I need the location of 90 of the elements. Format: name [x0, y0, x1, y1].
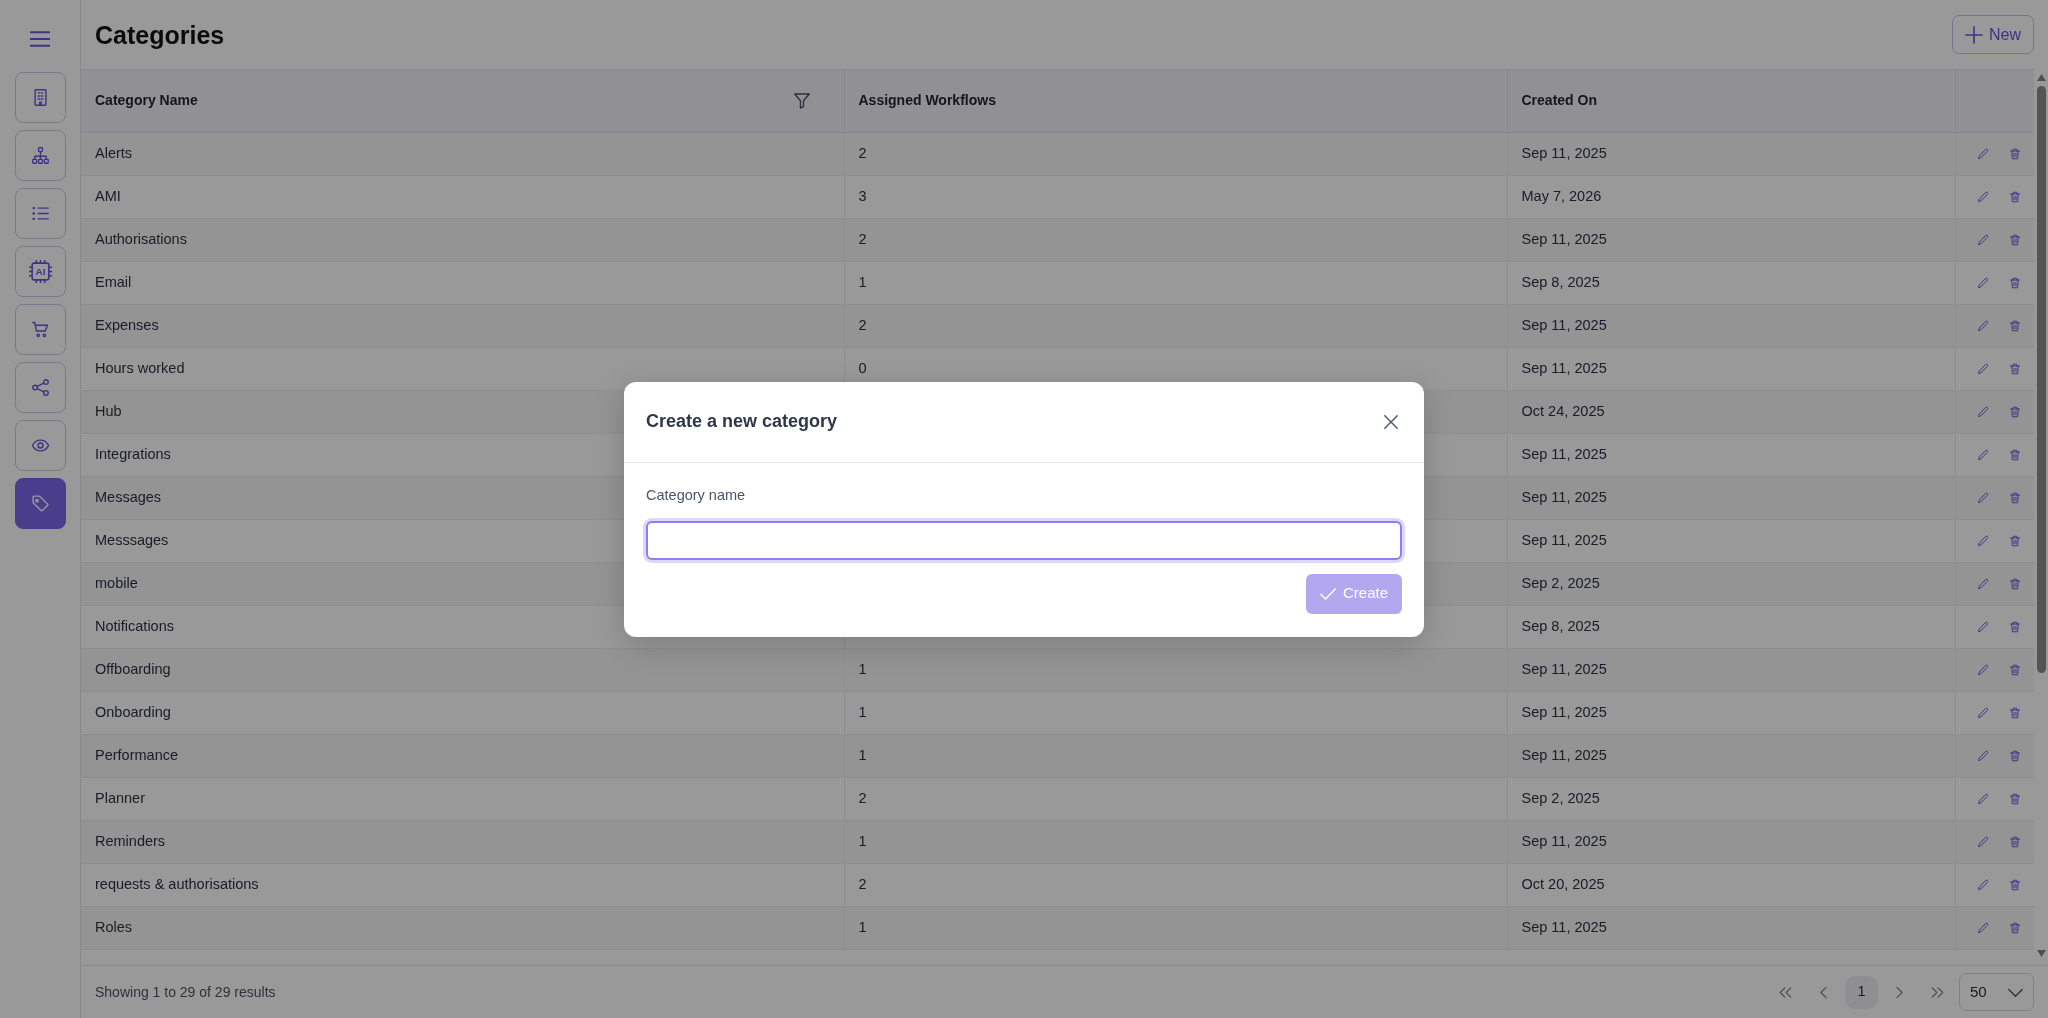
created-date: Oct 20, 2025 — [1521, 875, 1605, 892]
created-date: Sep 11, 2025 — [1521, 746, 1607, 763]
workflow-count: 1 — [858, 703, 867, 720]
category-name: mobile — [95, 574, 138, 591]
category-name: Messages — [95, 488, 162, 505]
list-icon — [31, 205, 49, 222]
scrollbar-thumb[interactable] — [2036, 86, 2046, 673]
cart-icon — [31, 321, 49, 338]
category-name: requests & authorisations — [95, 875, 259, 892]
last-page-icon[interactable] — [1931, 985, 1944, 999]
category-name-field[interactable] — [646, 520, 1402, 560]
page-title: Categories — [95, 19, 225, 50]
scroll-down-icon[interactable] — [2036, 950, 2046, 957]
page-button[interactable]: 1 — [1845, 975, 1878, 1009]
share-icon — [31, 379, 49, 396]
sidebar-button[interactable] — [14, 478, 66, 529]
created-date: Sep 11, 2025 — [1521, 488, 1607, 505]
category-name: Messsages — [95, 531, 169, 548]
field-label: Category name — [646, 485, 746, 505]
workflow-count: 2 — [858, 230, 867, 247]
created-date: Sep 8, 2025 — [1521, 273, 1600, 290]
category-name: Notifications — [95, 617, 174, 634]
new-button[interactable]: New — [1952, 15, 2034, 54]
previous-page-icon[interactable] — [1817, 985, 1830, 999]
column-header[interactable]: Assigned Workflows — [858, 90, 996, 112]
created-date: Sep 11, 2025 — [1521, 230, 1607, 247]
column-header[interactable]: Created On — [1521, 90, 1597, 112]
close-icon[interactable] — [1384, 414, 1398, 429]
category-name: Offboarding — [95, 660, 171, 677]
created-date: Sep 11, 2025 — [1521, 445, 1607, 462]
created-date: Sep 11, 2025 — [1521, 531, 1607, 548]
plus-icon — [1965, 25, 1983, 44]
workflow-count: 3 — [858, 187, 867, 204]
menu-icon[interactable] — [30, 29, 50, 49]
sidebar-button[interactable] — [14, 72, 66, 123]
category-name: Planner — [95, 789, 145, 806]
category-name: Onboarding — [95, 703, 171, 720]
workflow-count: 2 — [858, 875, 867, 892]
created-date: Sep 11, 2025 — [1521, 144, 1607, 161]
created-date: Sep 11, 2025 — [1521, 703, 1607, 720]
category-name: Reminders — [95, 832, 166, 849]
building-icon — [31, 89, 49, 106]
created-date: Sep 11, 2025 — [1521, 660, 1607, 677]
created-date: Sep 2, 2025 — [1521, 789, 1600, 806]
scroll-up-icon[interactable] — [2036, 74, 2046, 81]
category-name: AMI — [95, 187, 121, 204]
page-size-select[interactable]: 50 — [1959, 973, 2034, 1011]
category-name: Hours worked — [95, 359, 185, 376]
sidebar-button[interactable]: AI — [14, 246, 66, 297]
results-summary: Showing 1 to 29 of 29 results — [95, 982, 276, 1002]
next-page-icon[interactable] — [1893, 985, 1906, 999]
created-date: Sep 11, 2025 — [1521, 918, 1607, 935]
sidebar-button[interactable] — [14, 420, 66, 471]
category-name: Authorisations — [95, 230, 187, 247]
category-name: Email — [95, 273, 132, 290]
created-date: Sep 11, 2025 — [1521, 832, 1607, 849]
category-name: Performance — [95, 746, 178, 763]
workflow-count: 1 — [858, 746, 867, 763]
eye-icon — [31, 437, 49, 454]
workflow-count: 2 — [858, 789, 867, 806]
category-name: Integrations — [95, 445, 171, 462]
workflow-count: 1 — [858, 832, 867, 849]
dialog-title: Create a new category — [646, 410, 838, 433]
created-date: Sep 2, 2025 — [1521, 574, 1600, 591]
sidebar-button[interactable] — [14, 362, 66, 413]
workflow-count: 2 — [858, 144, 867, 161]
workflow-count: 1 — [858, 660, 867, 677]
created-date: Sep 11, 2025 — [1521, 359, 1607, 376]
first-page-icon[interactable] — [1779, 985, 1792, 999]
check-icon — [1319, 585, 1336, 602]
chip-icon: AI — [28, 260, 52, 283]
created-date: May 7, 2026 — [1521, 187, 1602, 204]
workflow-count: 0 — [858, 359, 867, 376]
filter-icon[interactable] — [793, 92, 810, 109]
hierarchy-icon — [31, 147, 49, 164]
category-name: Roles — [95, 918, 133, 935]
category-name: Hub — [95, 402, 122, 419]
sidebar-button[interactable] — [14, 130, 66, 181]
workflow-count: 2 — [858, 316, 867, 333]
sidebar-button[interactable] — [14, 304, 66, 355]
created-date: Oct 24, 2025 — [1521, 402, 1605, 419]
column-header[interactable]: Category Name — [95, 90, 198, 112]
created-date: Sep 11, 2025 — [1521, 316, 1607, 333]
created-date: Sep 8, 2025 — [1521, 617, 1600, 634]
category-name: Alerts — [95, 144, 133, 161]
workflow-count: 1 — [858, 918, 867, 935]
workflow-count: 1 — [858, 273, 867, 290]
tag-icon — [31, 495, 49, 512]
sidebar-button[interactable] — [14, 188, 66, 239]
category-name: Expenses — [95, 316, 159, 333]
